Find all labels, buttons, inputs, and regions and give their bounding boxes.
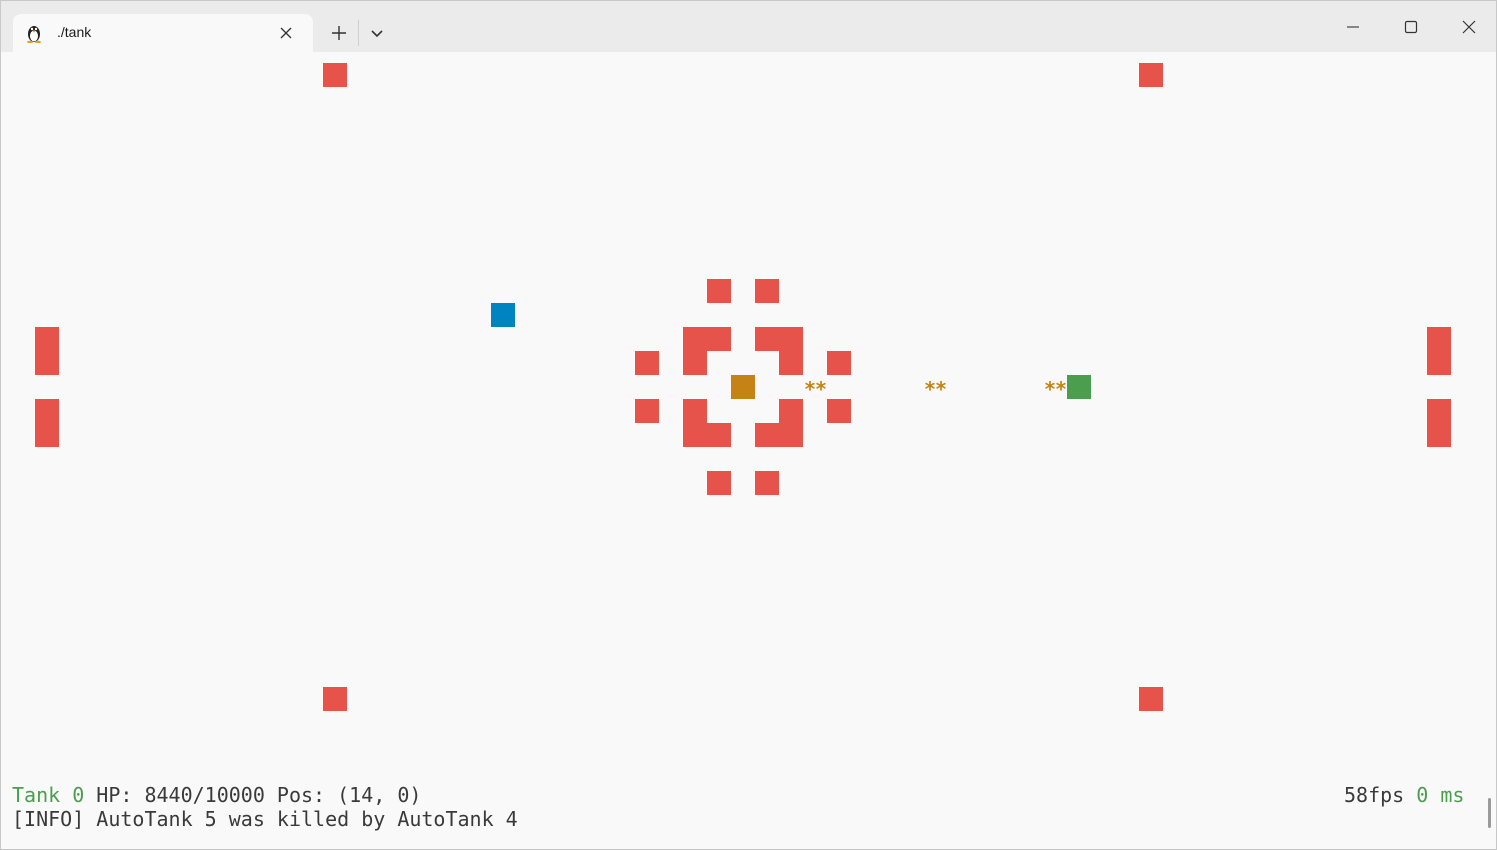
wall-block [755, 423, 803, 447]
wall-block [755, 279, 779, 303]
wall-block [635, 399, 659, 423]
bullet: ** [1044, 377, 1067, 401]
wall-block [1139, 63, 1163, 87]
wall-block [683, 327, 731, 351]
wall-block [683, 423, 731, 447]
latency-value: 0 ms [1416, 783, 1465, 807]
wall-block [35, 399, 59, 447]
hp-text: HP: 8440/10000 [96, 783, 265, 807]
wall-block [827, 399, 851, 423]
tab-tank[interactable]: ./tank [13, 14, 313, 52]
wall-block [1427, 399, 1451, 447]
wall-block [707, 471, 731, 495]
log-message: [INFO] AutoTank 5 was killed by AutoTank… [12, 807, 518, 831]
close-button[interactable] [1446, 11, 1492, 43]
new-tab-icon[interactable] [327, 21, 351, 45]
wall-block [323, 687, 347, 711]
tab-divider [358, 20, 359, 46]
enemy-tank-green [1067, 375, 1091, 399]
wall-block [755, 471, 779, 495]
player-tank [731, 375, 755, 399]
terminal-window: ./tank ** ** ** Tank 0 HP: 8440/10000 Po… [0, 0, 1497, 850]
wall-block [707, 279, 731, 303]
chevron-down-icon[interactable] [367, 23, 387, 43]
linux-penguin-icon [27, 26, 41, 43]
wall-block [779, 399, 803, 423]
enemy-tank-blue [491, 303, 515, 327]
bullet: ** [924, 377, 947, 401]
game-board: ** ** ** Tank 0 HP: 8440/10000 Pos: (14,… [1, 52, 1496, 849]
maximize-icon [1404, 20, 1418, 34]
status-line: Tank 0 HP: 8440/10000 Pos: (14, 0) [12, 783, 421, 807]
wall-block [1139, 687, 1163, 711]
fps-readout: 58fps 0 ms [1344, 783, 1464, 807]
close-icon [1462, 20, 1476, 34]
maximize-button[interactable] [1388, 11, 1434, 43]
scrollbar[interactable] [1488, 798, 1491, 828]
tab-title: ./tank [57, 24, 92, 40]
wall-block [779, 351, 803, 375]
wall-block [683, 351, 707, 375]
wall-block [35, 327, 59, 375]
pos-text: Pos: (14, 0) [276, 783, 422, 807]
title-bar: ./tank [1, 1, 1496, 52]
minimize-icon [1347, 26, 1359, 28]
bullet: ** [804, 377, 827, 401]
wall-block [635, 351, 659, 375]
tank-label: Tank 0 [12, 783, 85, 807]
wall-block [755, 327, 803, 351]
minimize-button[interactable] [1330, 11, 1376, 43]
wall-block [683, 399, 707, 423]
fps-text: 58fps [1344, 783, 1405, 807]
wall-block [827, 351, 851, 375]
wall-block [323, 63, 347, 87]
close-tab-icon[interactable] [277, 24, 295, 42]
wall-block [1427, 327, 1451, 375]
